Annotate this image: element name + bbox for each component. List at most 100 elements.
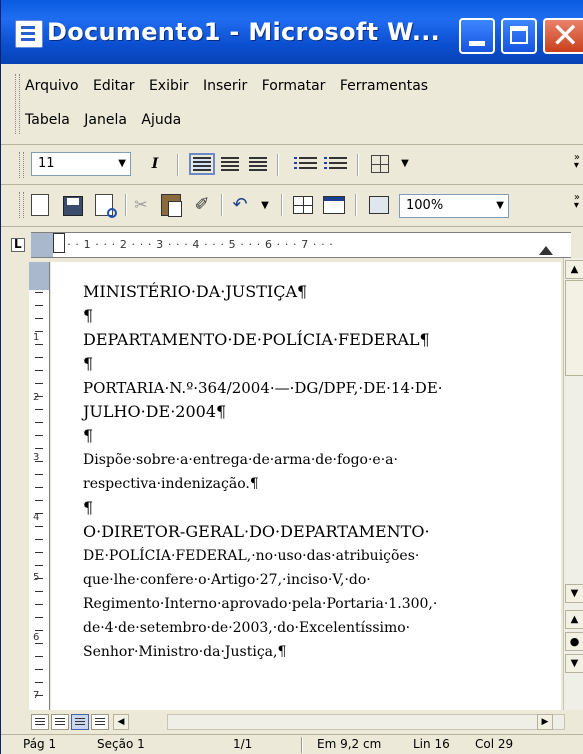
- web-layout-view-button[interactable]: [51, 714, 69, 730]
- divider: [1, 226, 583, 227]
- formatting-toolbar: 11 ▼ I ▼ » ▾: [15, 148, 583, 182]
- toolbar-separator: [357, 154, 359, 176]
- format-painter-icon[interactable]: ✐: [191, 194, 213, 216]
- italic-button[interactable]: I: [143, 152, 167, 176]
- paragraph[interactable]: ¶: [83, 304, 557, 328]
- scroll-right-button[interactable]: ▶: [537, 714, 553, 730]
- menu-janela[interactable]: Janela: [84, 112, 127, 128]
- font-size-select[interactable]: 11 ▼: [31, 152, 131, 176]
- close-button[interactable]: ✕: [543, 16, 583, 56]
- paragraph[interactable]: JULHO·DE·2004¶: [83, 400, 557, 424]
- paste-icon[interactable]: [161, 194, 182, 217]
- minimize-button[interactable]: [459, 18, 495, 54]
- menu-grip[interactable]: [15, 74, 20, 134]
- previous-page-button[interactable]: ▲: [565, 610, 583, 629]
- select-browse-object-button[interactable]: ●: [565, 632, 583, 651]
- close-icon: ✕: [551, 16, 580, 56]
- paragraph[interactable]: Dispõe·sobre·a·entrega·de·arma·de·fogo·e…: [83, 448, 557, 472]
- toolbar-grip[interactable]: [19, 152, 24, 178]
- menu-tabela[interactable]: Tabela: [25, 112, 70, 128]
- word-document-icon[interactable]: [15, 20, 43, 48]
- scroll-up-button[interactable]: ▲: [565, 260, 583, 279]
- status-page-of: 1/1: [233, 737, 253, 751]
- divider: [1, 144, 583, 145]
- paragraph[interactable]: Senhor·Ministro·da·Justiça,¶: [83, 640, 557, 664]
- undo-dropdown-icon[interactable]: ▼: [253, 194, 277, 218]
- ruler-ticks: · · · 1 · · · 2 · · · 3 · · · 4 · · · 5 …: [59, 238, 334, 251]
- tab-selector[interactable]: [11, 237, 25, 252]
- scroll-thumb[interactable]: [565, 280, 583, 376]
- paragraph[interactable]: DEPARTAMENTO·DE·POLÍCIA·FEDERAL¶: [83, 328, 557, 352]
- borders-button[interactable]: [371, 155, 389, 173]
- scroll-left-button[interactable]: ◀: [113, 714, 129, 730]
- toolbar-separator: [177, 154, 179, 176]
- print-preview-icon[interactable]: [95, 194, 117, 218]
- menu-ferramentas[interactable]: Ferramentas: [340, 78, 428, 94]
- title-bar[interactable]: Documento1 - Microsoft W... ✕: [1, 0, 583, 64]
- maximize-icon: [510, 26, 528, 44]
- toolbar-options-icon[interactable]: » ▾: [574, 153, 580, 171]
- status-bar: Pág 1 Seção 1 1/1 Em 9,2 cm Lin 16 Col 2…: [1, 734, 583, 754]
- save-icon[interactable]: [63, 196, 83, 216]
- divider: [1, 184, 583, 185]
- menu-inserir[interactable]: Inserir: [203, 78, 247, 94]
- zoom-select[interactable]: 100% ▼: [399, 194, 509, 218]
- menu-ajuda[interactable]: Ajuda: [141, 112, 181, 128]
- chevron-down-icon[interactable]: ▼: [118, 153, 126, 175]
- toolbar-options-icon[interactable]: » ▾: [574, 193, 580, 211]
- maximize-button[interactable]: [501, 18, 537, 54]
- cut-icon[interactable]: ✂: [131, 194, 151, 216]
- normal-view-button[interactable]: [31, 714, 49, 730]
- chevron-down-icon[interactable]: ▼: [496, 195, 504, 217]
- ruler-margin: [31, 233, 53, 257]
- scroll-down-button[interactable]: ▼: [565, 584, 583, 603]
- columns-icon[interactable]: [323, 196, 345, 214]
- paragraph[interactable]: ¶: [83, 496, 557, 520]
- align-left-button[interactable]: [189, 153, 215, 175]
- paragraph[interactable]: MINISTÉRIO·DA·JUSTIÇA¶: [83, 280, 557, 304]
- paragraph[interactable]: ¶: [83, 424, 557, 448]
- toolbar-separator: [221, 194, 223, 216]
- toolbar-separator: [355, 194, 357, 216]
- new-document-icon[interactable]: [31, 194, 49, 216]
- insert-table-icon[interactable]: [293, 196, 313, 214]
- toolbar-separator: [125, 194, 127, 216]
- menu-formatar[interactable]: Formatar: [262, 78, 326, 94]
- menu-arquivo[interactable]: Arquivo: [25, 78, 79, 94]
- outline-view-button[interactable]: [91, 714, 109, 730]
- bulleted-list-button[interactable]: [324, 157, 347, 171]
- paragraph[interactable]: ¶: [83, 352, 557, 376]
- align-right-button[interactable]: [249, 157, 267, 171]
- numbered-list-button[interactable]: [294, 157, 317, 171]
- paragraph[interactable]: O·DIRETOR-GERAL·DO·DEPARTAMENTO·: [83, 520, 557, 544]
- document-body[interactable]: MINISTÉRIO·DA·JUSTIÇA¶ ¶ DEPARTAMENTO·DE…: [83, 280, 557, 664]
- ruler-margin: [29, 262, 49, 290]
- menu-editar[interactable]: Editar: [93, 78, 134, 94]
- paragraph[interactable]: respectiva·indenização.¶: [83, 472, 557, 496]
- undo-icon[interactable]: ↶: [229, 194, 251, 216]
- paragraph[interactable]: de·4·de·setembro·de·2003,·do·Excelentíss…: [83, 616, 557, 640]
- toolbar-grip[interactable]: [19, 192, 24, 218]
- word-window: Documento1 - Microsoft W... ✕ Arquivo Ed…: [0, 0, 583, 754]
- paragraph[interactable]: Regimento·Interno·aprovado·pela·Portaria…: [83, 592, 557, 616]
- print-layout-view-button[interactable]: [71, 714, 89, 730]
- indent-marker[interactable]: [53, 233, 65, 253]
- paragraph[interactable]: que·lhe·confere·o·Artigo·27,·inciso·V,·d…: [83, 568, 557, 592]
- ruler-number: 6: [33, 632, 40, 643]
- horizontal-scrollbar[interactable]: [167, 714, 565, 730]
- next-page-button[interactable]: ▼: [565, 654, 583, 673]
- status-page: Pág 1: [23, 737, 57, 751]
- status-section: Seção 1: [97, 737, 145, 751]
- vertical-scrollbar[interactable]: ▲ ▼ ▲ ● ▼: [563, 258, 583, 710]
- font-size-value: 11: [38, 156, 55, 171]
- paragraph[interactable]: DE·POLÍCIA·FEDERAL,·no·uso·das·atribuiçõ…: [83, 544, 557, 568]
- borders-dropdown-icon[interactable]: ▼: [393, 152, 417, 176]
- status-line: Lin 16: [413, 737, 450, 751]
- document-page[interactable]: MINISTÉRIO·DA·JUSTIÇA¶ ¶ DEPARTAMENTO·DE…: [51, 262, 561, 710]
- drawing-icon[interactable]: [369, 196, 389, 214]
- paragraph[interactable]: PORTARIA·N.º·364/2004·—·DG/DPF,·DE·14·DE…: [83, 376, 557, 400]
- menu-exibir[interactable]: Exibir: [149, 78, 189, 94]
- align-center-button[interactable]: [221, 157, 239, 171]
- horizontal-ruler[interactable]: · · · 1 · · · 2 · · · 3 · · · 4 · · · 5 …: [31, 232, 571, 258]
- right-indent-marker[interactable]: [539, 246, 553, 255]
